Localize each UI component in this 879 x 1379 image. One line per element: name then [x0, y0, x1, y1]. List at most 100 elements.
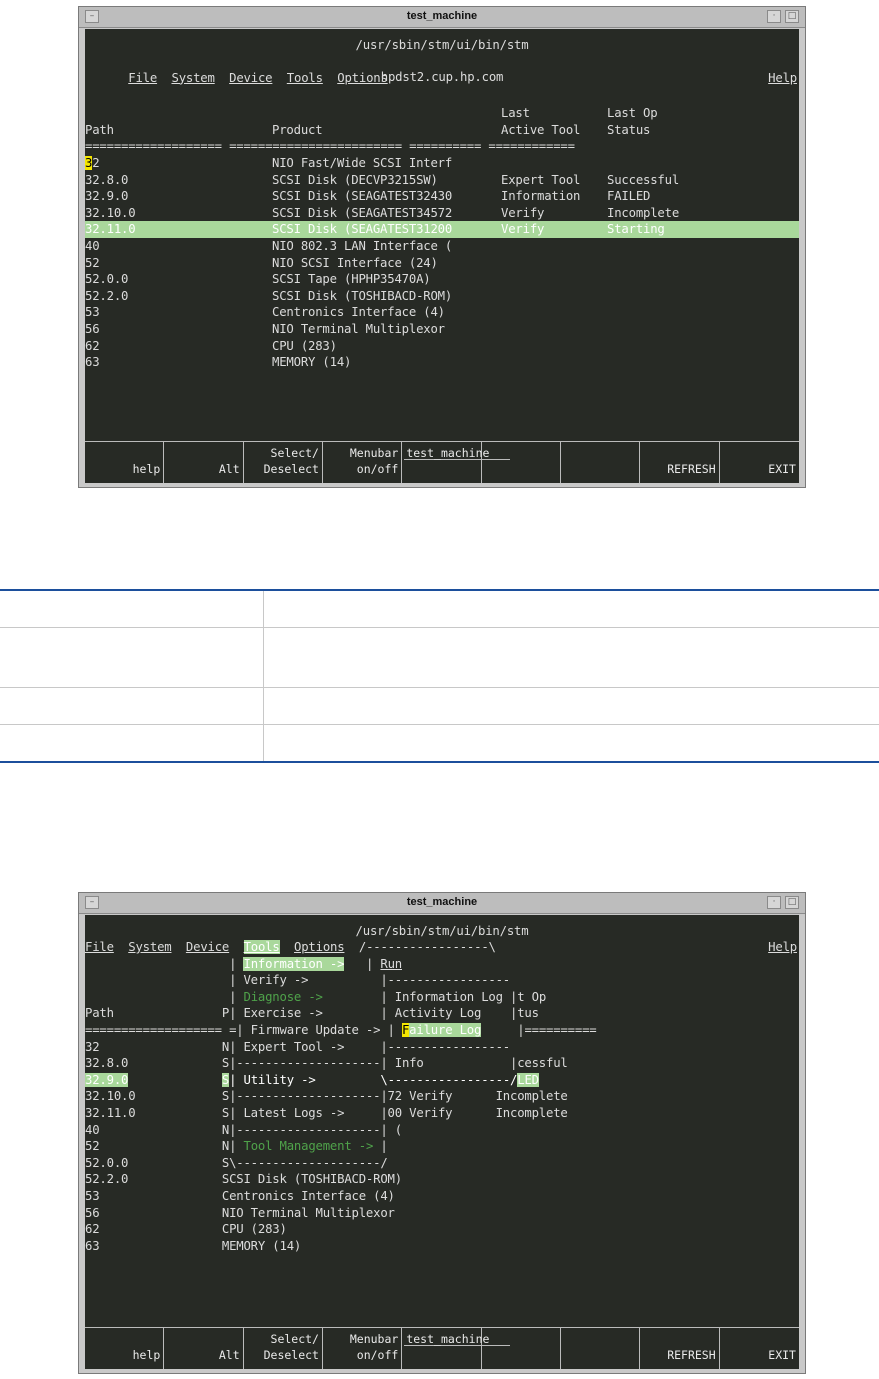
device-row[interactable]: 62 CPU (283) [85, 338, 799, 355]
blank-table [0, 589, 879, 763]
fkey-6[interactable] [482, 442, 561, 483]
fkey-9[interactable]: EXIT [720, 1328, 799, 1369]
title-bar[interactable]: – test_machine · □ [79, 7, 805, 28]
device-last-tool: Verify [501, 222, 545, 237]
menu-help[interactable]: Help [768, 939, 797, 956]
screen-text: 32.8.0 S|--------------------| Info |ces… [85, 1056, 568, 1071]
screen-line[interactable]: 32.11.0 S| Latest Logs -> |00 Verify Inc… [85, 1105, 799, 1122]
menu-options[interactable]: Options [294, 940, 345, 954]
program-path: /usr/sbin/stm/ui/bin/stm [355, 924, 529, 938]
device-product: CPU (283) [272, 338, 337, 353]
screen-text: 62 CPU (283) [85, 1222, 287, 1237]
screen-text: 52 N| [85, 1139, 244, 1154]
fkey-label-bottom: REFRESH [667, 462, 716, 476]
terminal-screen[interactable]: /usr/sbin/stm/ui/bin/stm File System Dev… [85, 915, 799, 1369]
highlighted-text: ailure Log [409, 1023, 482, 1037]
screen-text: 32 N| Expert Tool -> |----------------- [85, 1039, 510, 1054]
fkey-7[interactable] [561, 1328, 641, 1369]
screen-text: | Information Log |t Op [322, 989, 547, 1004]
menu-system[interactable]: System [128, 940, 171, 954]
screen-line[interactable]: 52 N| Tool Management -> | [85, 1138, 799, 1155]
submenu-top-border: /-----------------\ [344, 940, 496, 954]
screen-line[interactable]: 40 N|--------------------| ( [85, 1122, 799, 1139]
fkey-2[interactable]: Alt [164, 1328, 244, 1369]
screen-line[interactable]: 32 N| Expert Tool -> |----------------- [85, 1039, 799, 1056]
device-row[interactable]: 32 NIO Fast/Wide SCSI Interf [85, 155, 799, 172]
screen-text: 53 Centronics Interface (4) [85, 1189, 395, 1203]
minimize-icon[interactable]: · [767, 896, 781, 909]
fkey-1[interactable]: help [85, 442, 165, 483]
screen-line[interactable]: 52.0.0 S\--------------------/ [85, 1155, 799, 1172]
fkey-5[interactable]: test_machine [402, 442, 511, 483]
device-last-tool: Expert Tool [501, 172, 581, 187]
function-key-bar: help Alt Select/Deselect Menubar on/off test_… [85, 1327, 799, 1369]
screen-text: | [85, 989, 244, 1004]
device-row[interactable]: 40 NIO 802.3 LAN Interface ( [85, 238, 799, 255]
col-status: Status [607, 123, 651, 137]
fkey-7[interactable] [561, 442, 641, 483]
screen-text: 40 N|--------------------| ( [85, 1122, 402, 1137]
device-product: NIO SCSI Interface (24) [272, 255, 438, 270]
screen-line[interactable]: Path P| Exercise -> | Activity Log |tus [85, 1005, 799, 1022]
screen-text: 52.0.0 S\--------------------/ [85, 1155, 388, 1170]
maximize-icon[interactable]: □ [785, 10, 799, 23]
fkey-label-bottom: Alt [218, 1348, 240, 1362]
fkey-6[interactable] [482, 1328, 561, 1369]
screen-text: Run [380, 956, 402, 971]
device-row[interactable]: 63 MEMORY (14) [85, 354, 799, 371]
screen-line[interactable]: 32.8.0 S|--------------------| Info |ces… [85, 1055, 799, 1072]
menu-file[interactable]: File [85, 940, 114, 954]
screen-line[interactable]: 56 NIO Terminal Multiplexor [85, 1205, 799, 1222]
fkey-8[interactable]: REFRESH [640, 1328, 720, 1369]
menu-tools[interactable]: Tools [243, 940, 280, 954]
menubar: File System Device Tools Options Help [85, 53, 799, 85]
maximize-icon[interactable]: □ [785, 896, 799, 909]
title-bar[interactable]: – test_machine · □ [79, 893, 805, 914]
device-row[interactable]: 52 NIO SCSI Interface (24) [85, 255, 799, 272]
header-line-2: Path Product Active Tool Status [85, 122, 799, 139]
fkey-5[interactable]: test_machine [402, 1328, 511, 1369]
screen-line[interactable]: | Verify -> |----------------- [85, 972, 799, 989]
device-product: NIO Terminal Multiplexor [272, 322, 445, 336]
fkey-8[interactable]: REFRESH [640, 442, 720, 483]
device-last-status: FAILED [607, 189, 651, 204]
menu-device[interactable]: Device [186, 940, 229, 954]
fkey-4[interactable]: Menubar on/off [323, 1328, 403, 1369]
device-row[interactable]: 56 NIO Terminal Multiplexor [85, 321, 799, 338]
fkey-3[interactable]: Select/Deselect [244, 1328, 323, 1369]
fkey-label-top: Select/ [270, 446, 319, 460]
device-row[interactable]: 52.0.0 SCSI Tape (HPHP35470A) [85, 271, 799, 288]
screen-line[interactable]: 62 CPU (283) [85, 1221, 799, 1238]
device-row[interactable]: 32.11.0 SCSI Disk (SEAGATEST31200 Verify St… [85, 221, 799, 238]
device-row[interactable]: 32.8.0 SCSI Disk (DECVP3215SW) Expert Tool… [85, 172, 799, 189]
terminal-screen[interactable]: /usr/sbin/stm/ui/bin/stm File System Dev… [85, 29, 799, 483]
separator: =================== ====================… [85, 139, 575, 153]
screen-line[interactable]: | Information -> | Run [85, 956, 799, 973]
screen-line[interactable]: 32.9.0 S| Utility -> \-----------------/… [85, 1071, 799, 1089]
device-row[interactable]: 32.9.0 SCSI Disk (SEAGATEST32430 Informati… [85, 188, 799, 205]
screen-line[interactable]: =================== =| Firmware Update -… [85, 1022, 799, 1039]
fkey-1[interactable]: help [85, 1328, 165, 1369]
screen-text: 32.11.0 S| Latest Logs -> |00 Verify Inc… [85, 1106, 568, 1120]
fkey-4[interactable]: Menubar on/off [323, 442, 403, 483]
hostname: hpdst2.cup.hp.com [380, 70, 504, 84]
device-row[interactable]: 32.10.0 SCSI Disk (SEAGATEST34572 Verify In… [85, 205, 799, 222]
col-product: Product [272, 123, 323, 137]
fkey-9[interactable]: EXIT [720, 442, 799, 483]
screen-line[interactable]: | Diagnose -> | Information Log |t Op [85, 989, 799, 1006]
device-path: 32.8.0 [85, 172, 129, 187]
device-row[interactable]: 53 Centronics Interface (4) [85, 304, 799, 321]
device-path: 52 [85, 255, 100, 270]
highlighted-text: Information -> [243, 956, 345, 971]
screen-line[interactable]: 63 MEMORY (14) [85, 1238, 799, 1255]
screen-line[interactable]: 52.2.0 SCSI Disk (TOSHIBACD-ROM) [85, 1171, 799, 1188]
minimize-icon[interactable]: · [767, 10, 781, 23]
fkey-3[interactable]: Select/Deselect [244, 442, 323, 483]
fkey-label-bottom: EXIT [768, 462, 796, 476]
col-active-tool: Active Tool [501, 123, 581, 137]
fkey-2[interactable]: Alt [164, 442, 244, 483]
screen-line[interactable]: 53 Centronics Interface (4) [85, 1188, 799, 1205]
device-row[interactable]: 52.2.0 SCSI Disk (TOSHIBACD-ROM) [85, 288, 799, 305]
stm-window-2: – test_machine · □ /usr/sbin/stm/ui/bin/… [78, 892, 806, 1374]
screen-line[interactable]: 32.10.0 S|--------------------|72 Verify… [85, 1088, 799, 1105]
